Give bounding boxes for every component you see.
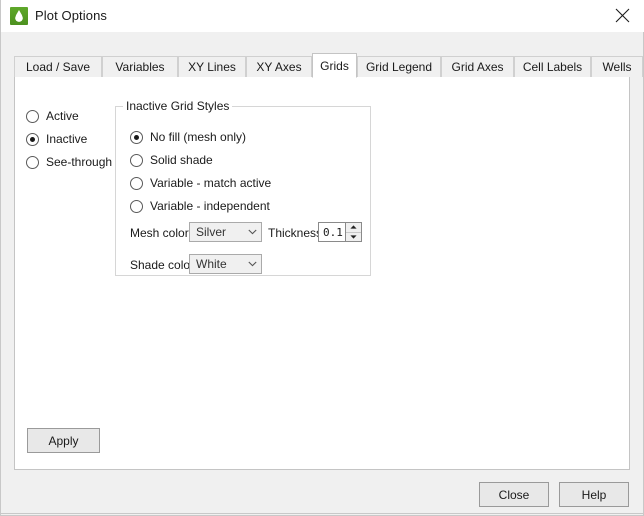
radio-inactive[interactable]: Inactive xyxy=(26,132,87,146)
caret-down-icon xyxy=(350,235,357,239)
caret-up-icon xyxy=(350,225,357,229)
tab-grid-axes[interactable]: Grid Axes xyxy=(441,56,514,77)
radio-inactive-indicator xyxy=(26,132,39,146)
radio-solid-shade[interactable]: Solid shade xyxy=(130,153,213,167)
radio-inactive-label: Inactive xyxy=(46,132,88,146)
shade-color-label: Shade color xyxy=(130,258,195,272)
inactive-grid-styles-title: Inactive Grid Styles xyxy=(123,99,233,113)
radio-active-label: Active xyxy=(46,109,79,123)
close-window-button[interactable] xyxy=(599,0,644,31)
tab-load-save[interactable]: Load / Save xyxy=(14,56,102,77)
chevron-down-icon xyxy=(243,261,261,267)
help-button[interactable]: Help xyxy=(559,482,629,507)
thickness-stepper-buttons xyxy=(345,223,361,241)
radio-active[interactable]: Active xyxy=(26,109,79,123)
thickness-label: Thickness xyxy=(268,226,323,240)
tab-grid-legend[interactable]: Grid Legend xyxy=(357,56,441,77)
window-title: Plot Options xyxy=(35,8,108,23)
mesh-color-label: Mesh color xyxy=(130,226,189,240)
radio-no-fill[interactable]: No fill (mesh only) xyxy=(130,130,246,144)
plot-options-window: Plot Options Load / Save Variables XY Li… xyxy=(0,0,644,516)
thickness-value: 0.1 xyxy=(323,225,343,239)
bottom-divider xyxy=(1,513,643,514)
radio-variable-match-active[interactable]: Variable - match active xyxy=(130,176,271,190)
mesh-color-value: Silver xyxy=(196,225,227,239)
radio-variable-independent-label: Variable - independent xyxy=(150,199,270,213)
shade-color-select[interactable]: White xyxy=(189,254,262,274)
mesh-color-select[interactable]: Silver xyxy=(189,222,262,242)
tab-strip: Load / Save Variables XY Lines XY Axes G… xyxy=(14,53,643,78)
radio-no-fill-indicator xyxy=(130,130,143,144)
shade-color-value: White xyxy=(196,257,227,271)
radio-see-through-label: See-through xyxy=(46,155,113,169)
tab-cell-labels[interactable]: Cell Labels xyxy=(514,56,591,77)
tab-grids[interactable]: Grids xyxy=(312,53,357,78)
radio-variable-match-active-indicator xyxy=(130,176,143,190)
app-droplet-icon xyxy=(10,7,28,25)
tab-xy-axes[interactable]: XY Axes xyxy=(246,56,312,77)
inactive-grid-styles-group: Inactive Grid Styles No fill (mesh only)… xyxy=(115,99,371,276)
grids-tab-panel: Active Inactive See-through Inactive Gri… xyxy=(14,76,630,470)
radio-variable-match-active-label: Variable - match active xyxy=(150,176,272,190)
thickness-stepper[interactable]: 0.1 xyxy=(318,222,362,242)
radio-solid-shade-label: Solid shade xyxy=(150,153,213,167)
thickness-increment-button[interactable] xyxy=(346,223,361,233)
tab-wells[interactable]: Wells xyxy=(591,56,643,77)
close-button[interactable]: Close xyxy=(479,482,549,507)
radio-solid-shade-indicator xyxy=(130,153,143,167)
radio-variable-independent-indicator xyxy=(130,199,143,213)
dialog-body: Load / Save Variables XY Lines XY Axes G… xyxy=(1,32,643,514)
apply-button[interactable]: Apply xyxy=(27,428,100,453)
radio-active-indicator xyxy=(26,109,39,123)
radio-variable-independent[interactable]: Variable - independent xyxy=(130,199,270,213)
radio-no-fill-label: No fill (mesh only) xyxy=(150,130,247,144)
title-bar: Plot Options xyxy=(1,0,644,32)
tab-variables[interactable]: Variables xyxy=(102,56,178,77)
chevron-down-icon xyxy=(243,229,261,235)
thickness-decrement-button[interactable] xyxy=(346,233,361,242)
radio-see-through[interactable]: See-through xyxy=(26,155,112,169)
radio-see-through-indicator xyxy=(26,155,39,169)
tab-xy-lines[interactable]: XY Lines xyxy=(178,56,246,77)
close-icon xyxy=(615,8,629,23)
